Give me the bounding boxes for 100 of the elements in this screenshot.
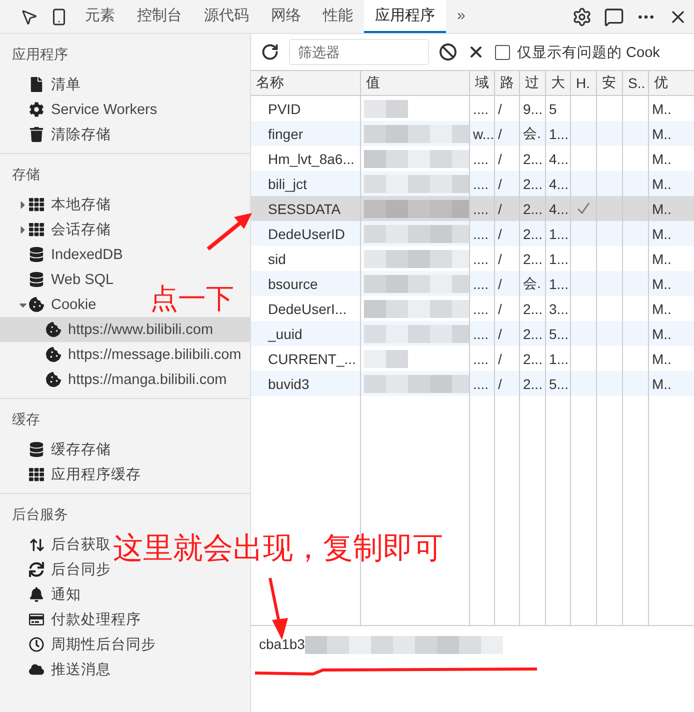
redacted-value <box>364 100 408 118</box>
table-cell[interactable]: finger <box>251 121 361 146</box>
file-icon <box>29 77 44 92</box>
panel-tab[interactable]: 应用程序 <box>364 0 446 33</box>
column-header[interactable]: 路 <box>495 71 520 96</box>
panel-tab[interactable]: 源代码 <box>193 0 260 33</box>
table-cell: / <box>495 221 520 246</box>
device-icon[interactable] <box>50 8 68 26</box>
sidebar-item[interactable]: 通知 <box>0 582 81 607</box>
table-cell <box>597 271 623 296</box>
cloud-icon <box>29 662 44 677</box>
table-cell: / <box>495 171 520 196</box>
table-cell[interactable]: _uuid <box>251 321 361 346</box>
sidebar-item[interactable]: 清单 <box>0 72 81 97</box>
table-cell <box>571 221 597 246</box>
panel-tab[interactable]: 控制台 <box>126 0 193 33</box>
grid-icon <box>29 467 44 482</box>
sidebar-item[interactable]: https://message.bilibili.com <box>0 342 242 367</box>
arrows-icon <box>29 536 45 552</box>
table-cell: .... <box>470 221 495 246</box>
table-cell: 1... <box>546 271 571 296</box>
table-cell[interactable]: SESSDATA <box>251 196 361 221</box>
table-cell <box>597 121 623 146</box>
column-header[interactable]: S.. <box>623 71 649 96</box>
table-cell <box>571 371 597 396</box>
section-title: 存储 <box>11 165 41 184</box>
column-header[interactable]: 优 <box>649 71 694 96</box>
column-header[interactable]: 过 <box>520 71 546 96</box>
settings-icon[interactable] <box>572 6 592 26</box>
annotation-text: 点一下 <box>150 282 234 316</box>
annotation-arrow <box>206 213 252 251</box>
column-header[interactable]: 值 <box>361 71 470 96</box>
sidebar-item[interactable]: 后台获取 <box>0 532 111 557</box>
sidebar-item[interactable]: https://manga.bilibili.com <box>0 367 227 392</box>
sidebar-item[interactable]: 应用程序缓存 <box>0 462 141 487</box>
sidebar-item[interactable]: 缓存存储 <box>0 437 111 462</box>
sidebar-item[interactable]: Service Workers <box>0 97 158 122</box>
clear-all-icon[interactable] <box>439 43 457 61</box>
grid-icon <box>29 197 44 212</box>
checkbox[interactable] <box>495 44 510 60</box>
table-cell <box>597 321 623 346</box>
table-cell <box>623 271 649 296</box>
table-cell[interactable]: DedeUserID <box>251 221 361 246</box>
sidebar-item[interactable]: Cookie <box>0 292 96 317</box>
panel-tab[interactable]: 元素 <box>74 0 126 33</box>
sidebar-item[interactable]: IndexedDB <box>0 242 123 267</box>
sidebar-item[interactable]: 本地存储 <box>0 192 111 217</box>
feedback-icon[interactable] <box>604 6 624 26</box>
table-cell: w... <box>470 121 495 146</box>
table-cell: 2... <box>520 196 546 221</box>
column-header[interactable]: 安 <box>597 71 623 96</box>
checkbox-label: 仅显示有问题的 Cook <box>517 44 660 62</box>
bell-icon <box>29 587 44 602</box>
sidebar-item[interactable]: 付款处理程序 <box>0 607 141 632</box>
table-cell: 4... <box>546 171 571 196</box>
sidebar-item[interactable]: 周期性后台同步 <box>0 632 156 657</box>
database-icon <box>29 247 44 262</box>
grid-icon <box>29 222 44 237</box>
database-icon <box>29 272 44 287</box>
table-cell: .... <box>470 371 495 396</box>
more-tabs-button[interactable]: » <box>446 0 476 33</box>
table-cell[interactable]: bsource <box>251 271 361 296</box>
table-cell: / <box>495 196 520 221</box>
refresh-icon[interactable] <box>261 43 279 61</box>
table-cell <box>597 371 623 396</box>
sidebar-item[interactable]: 会话存储 <box>0 217 111 242</box>
table-cell[interactable]: bili_jct <box>251 171 361 196</box>
table-cell: 5... <box>546 321 571 346</box>
cookie-icon <box>46 372 61 387</box>
gear-icon <box>29 102 44 117</box>
table-cell: .... <box>470 196 495 221</box>
table-cell <box>597 171 623 196</box>
sidebar-item[interactable]: Web SQL <box>0 267 114 292</box>
panel-tab[interactable]: 性能 <box>312 0 364 33</box>
table-cell <box>623 196 649 221</box>
column-header[interactable]: H. <box>571 71 597 96</box>
panel-tab[interactable]: 网络 <box>260 0 312 33</box>
sidebar-item[interactable]: 后台同步 <box>0 557 111 582</box>
table-cell <box>571 271 597 296</box>
filter-field[interactable]: 筛选器 <box>289 39 429 65</box>
cookie-icon <box>29 297 44 312</box>
annotation-arrow <box>266 578 288 640</box>
table-cell <box>571 321 597 346</box>
table-cell <box>623 371 649 396</box>
table-cell: .... <box>470 171 495 196</box>
clock-icon <box>29 637 44 652</box>
table-cell: M.. <box>649 371 694 396</box>
inspect-icon[interactable] <box>20 8 38 26</box>
table-cell <box>571 171 597 196</box>
sidebar-item[interactable]: 推送消息 <box>0 657 111 682</box>
column-header[interactable]: 域 <box>470 71 495 96</box>
column-header[interactable]: 大 <box>546 71 571 96</box>
table-cell <box>623 121 649 146</box>
table-cell: M.. <box>649 171 694 196</box>
column-header[interactable]: 名称 <box>251 71 361 96</box>
table-cell: / <box>495 321 520 346</box>
table-cell[interactable]: buvid3 <box>251 371 361 396</box>
sidebar-item[interactable]: 清除存储 <box>0 122 111 147</box>
table-cell <box>623 321 649 346</box>
sidebar-item[interactable]: https://www.bilibili.com <box>0 317 250 342</box>
